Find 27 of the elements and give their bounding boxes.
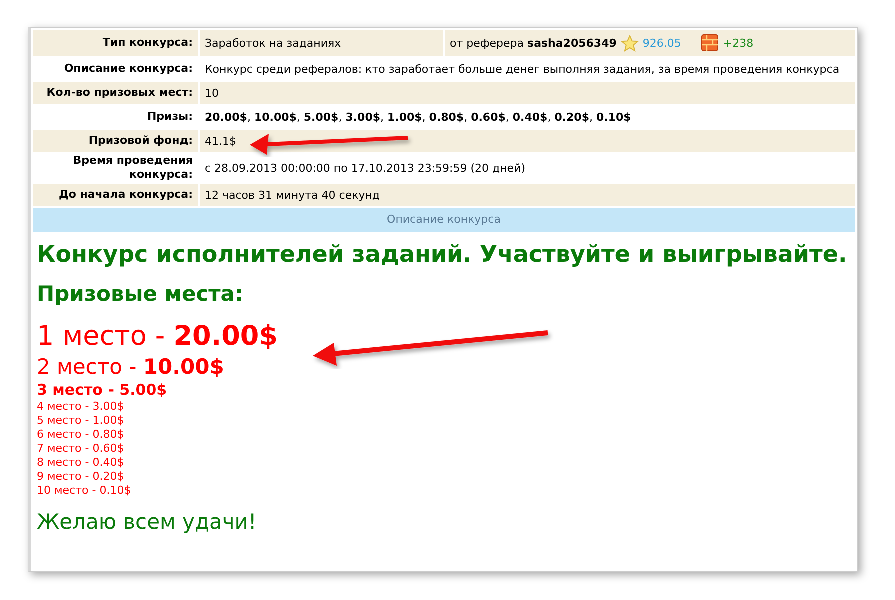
referrer-text: от реферера sasha2056349 — [450, 36, 617, 50]
prize-place: 6 место - 0.80$ — [37, 428, 124, 442]
star-icon — [620, 34, 639, 52]
field-label: Тип конкурса: — [32, 29, 199, 57]
field-value: 10 — [199, 81, 856, 105]
field-value: 12 часов 31 минута 40 секунд — [199, 183, 856, 207]
prize-place: 3 место - 5.00$ — [37, 380, 168, 400]
prize-place: 7 место - 0.60$ — [37, 442, 124, 456]
bonus-value: +238 — [723, 36, 754, 50]
description-title: Конкурс исполнителей заданий. Участвуйте и выигрывайте. — [37, 242, 848, 268]
prize-place: 5 место - 1.00$ — [37, 414, 124, 428]
prize-place: 10 место - 0.10$ — [37, 484, 132, 498]
prize-place: 8 место - 0.40$ — [37, 456, 124, 470]
field-value: Заработок на заданиях — [199, 29, 444, 57]
field-label: Призовой фонд: — [32, 129, 199, 153]
field-label: Кол-во призовых мест: — [32, 81, 199, 105]
prize-place: 1 место - 20.00$ — [37, 320, 278, 354]
prize-places-heading: Призовые места: — [37, 282, 244, 306]
prize-place: 9 место - 0.20$ — [37, 470, 124, 484]
prize-place: 2 место - 10.00$ — [37, 354, 224, 380]
closing-text: Желаю всем удачи! — [37, 510, 257, 534]
rating-value: 926.05 — [642, 36, 682, 50]
field-label: До начала конкурса: — [32, 183, 199, 207]
brick-icon — [701, 34, 720, 52]
field-value: 41.1$ — [199, 129, 856, 153]
prize-place: 4 место - 3.00$ — [37, 400, 124, 414]
section-header: Описание конкурса — [33, 208, 855, 232]
